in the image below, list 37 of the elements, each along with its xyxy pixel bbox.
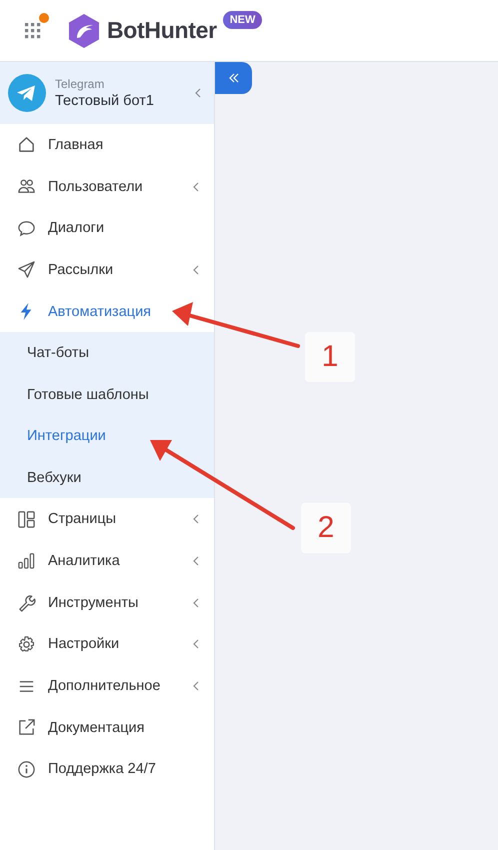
menu-item[interactable]: Инструменты xyxy=(0,582,214,624)
menu-item[interactable]: Дополнительное xyxy=(0,665,214,707)
telegram-icon xyxy=(8,74,46,112)
bot-platform: Telegram xyxy=(55,77,106,91)
menu-item[interactable]: Пользователи xyxy=(0,166,214,208)
settings-icon xyxy=(17,634,36,654)
info-icon xyxy=(17,760,36,779)
menu-item[interactable]: Настройки xyxy=(0,624,214,666)
menu-item[interactable]: Документация xyxy=(0,706,214,749)
bot-selector[interactable]: Telegram Тестовый бот1 xyxy=(0,62,214,124)
annotation-number: 1 xyxy=(305,332,355,382)
bar-chart-icon xyxy=(17,551,36,570)
submenu-item[interactable]: Готовые шаблоны xyxy=(0,374,214,416)
menu-item[interactable]: Поддержка 24/7 xyxy=(0,748,214,790)
bot-name: Тестовый бот1 xyxy=(55,93,155,109)
layout-icon xyxy=(17,510,36,529)
chevron-icon xyxy=(194,88,202,98)
menu-item[interactable]: Диалоги xyxy=(0,207,214,250)
external-link-icon xyxy=(17,718,36,738)
home-icon xyxy=(17,135,36,154)
submenu-item[interactable]: Чат-боты xyxy=(0,332,214,374)
menu-item[interactable]: Автоматизация xyxy=(0,290,214,332)
chat-bubble-icon xyxy=(17,218,36,238)
menu-item[interactable]: Главная xyxy=(0,124,214,166)
menu-item[interactable]: Рассылки xyxy=(0,249,214,291)
menu-item[interactable]: Аналитика xyxy=(0,540,214,582)
collapse-sidebar-button[interactable] xyxy=(215,62,252,94)
submenu-item[interactable]: Вебхуки xyxy=(0,456,214,498)
new-badge: NEW xyxy=(222,11,262,29)
submenu-item[interactable]: Интеграции xyxy=(0,415,214,457)
double-chevron-icon xyxy=(228,72,240,84)
logo-text: BotHunter xyxy=(107,17,217,44)
logo-icon xyxy=(68,12,100,48)
annotation-number: 2 xyxy=(301,503,351,553)
menu-item[interactable]: Страницы xyxy=(0,498,214,540)
wrench-icon xyxy=(17,593,36,612)
send-icon xyxy=(17,260,36,280)
